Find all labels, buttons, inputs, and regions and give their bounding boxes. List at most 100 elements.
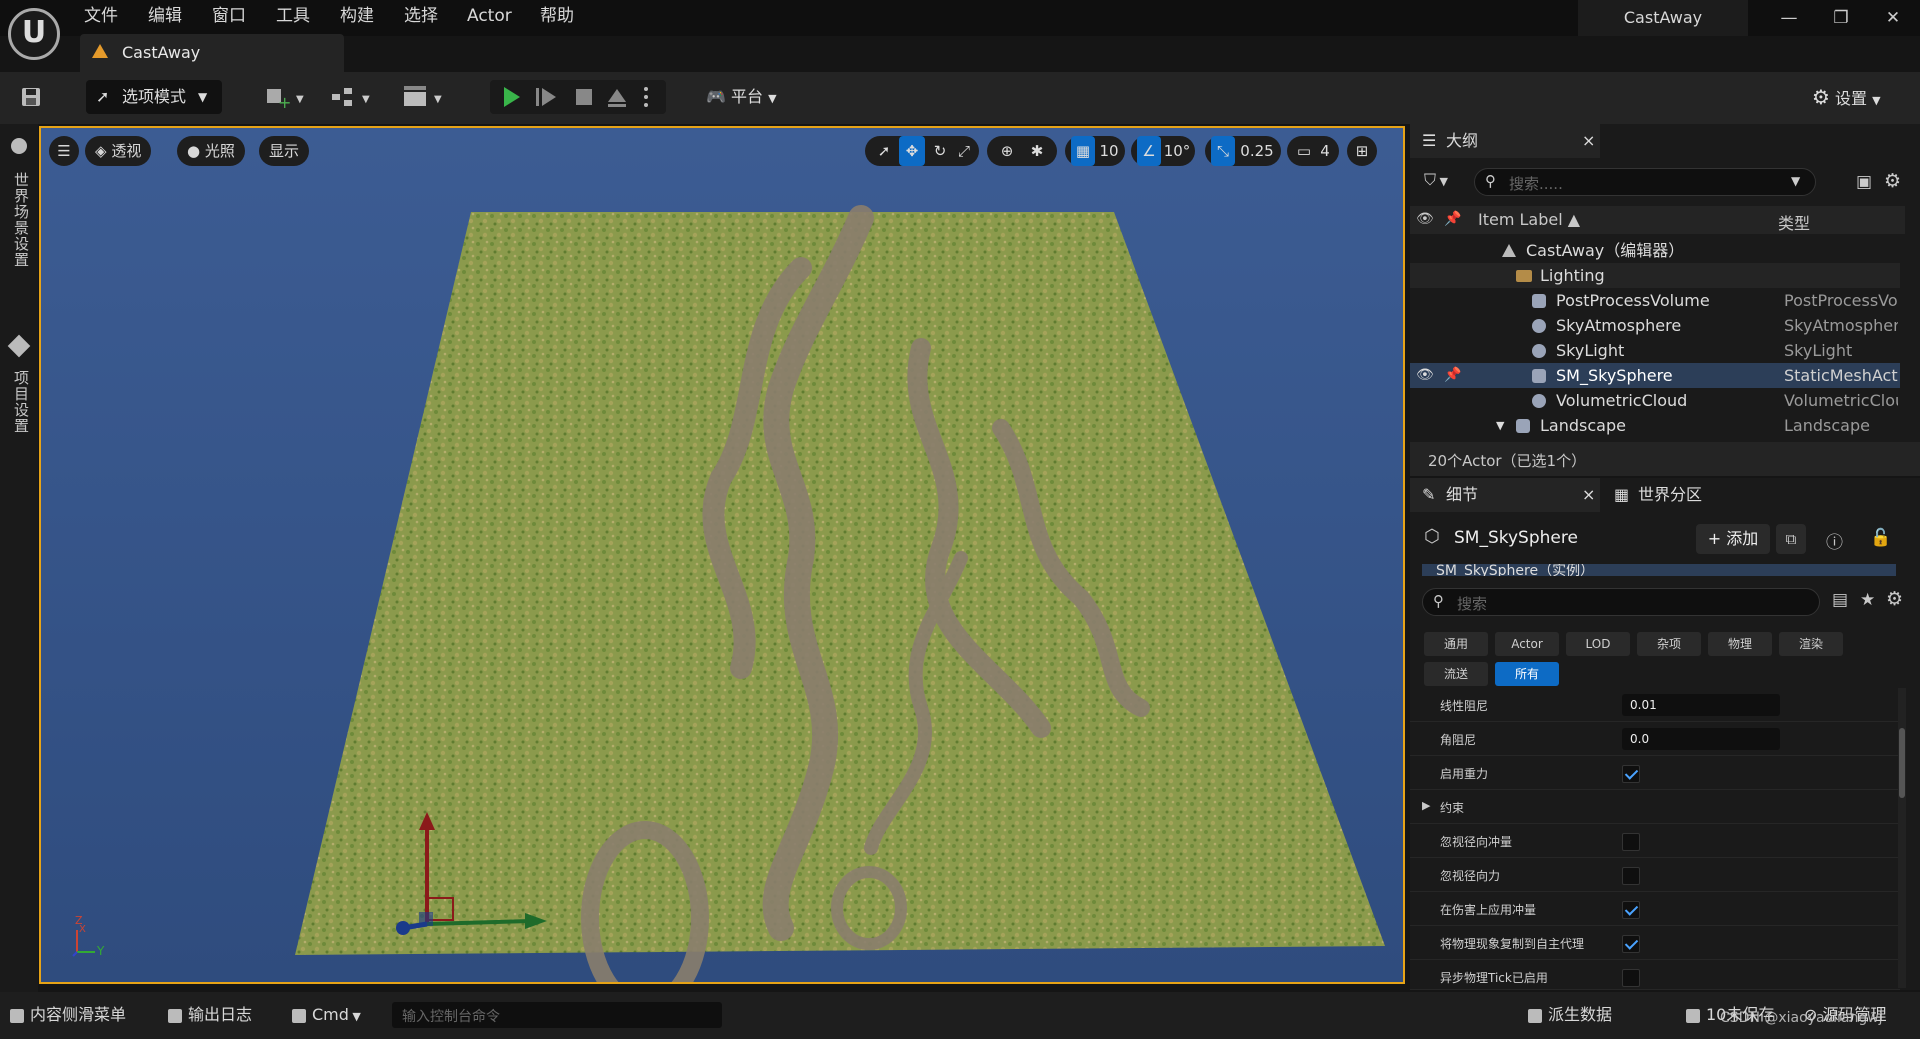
outliner-row[interactable]: CastAway（编辑器） bbox=[1410, 238, 1900, 263]
cmd-selector[interactable]: Cmd ▼ bbox=[292, 1000, 361, 1030]
show-button[interactable]: 显示 bbox=[259, 136, 310, 166]
content-drawer-button[interactable]: 内容侧滑菜单 bbox=[10, 1000, 126, 1030]
menu-file[interactable]: 文件 bbox=[84, 4, 118, 28]
column-item-label[interactable]: Item Label ▲ bbox=[1478, 210, 1580, 229]
perspective-button[interactable]: ◈ 透视 bbox=[85, 136, 152, 166]
filter-all[interactable]: 所有 bbox=[1495, 662, 1559, 686]
surface-snap-icon[interactable]: ✱ bbox=[1023, 136, 1051, 166]
select-tool-icon[interactable]: ➚ bbox=[871, 136, 897, 166]
camera-speed[interactable]: ▭ 4 bbox=[1287, 136, 1339, 166]
filter-streaming[interactable]: 流送 bbox=[1424, 662, 1488, 686]
add-component-button[interactable]: + 添加 bbox=[1696, 524, 1770, 554]
world-partition-tab[interactable]: ▦ 世界分区 bbox=[1606, 478, 1716, 512]
outliner-row[interactable]: ▼ Landscape Landscape bbox=[1410, 413, 1900, 438]
replicate-physics-checkbox[interactable] bbox=[1622, 935, 1640, 953]
grid-snap[interactable]: ▦ 10 bbox=[1065, 136, 1125, 166]
add-actor-button[interactable]: + ▼ bbox=[264, 80, 310, 114]
output-log-button[interactable]: 输出日志 bbox=[168, 1000, 252, 1030]
apply-impulse-on-damage-checkbox[interactable] bbox=[1622, 901, 1640, 919]
move-tool-icon[interactable]: ✥ bbox=[899, 136, 925, 166]
ignore-radial-impulse-checkbox[interactable] bbox=[1622, 833, 1640, 851]
gear-icon[interactable]: ⚙ bbox=[1884, 170, 1901, 192]
outliner-row-selected[interactable]: 👁 📌 SM_SkySphere StaticMeshActor bbox=[1410, 363, 1900, 388]
column-type[interactable]: 类型 bbox=[1778, 210, 1810, 234]
close-button[interactable]: ✕ bbox=[1878, 6, 1908, 30]
rotate-tool-icon[interactable]: ↻ bbox=[927, 136, 953, 166]
transform-gizmo[interactable] bbox=[391, 808, 571, 938]
visibility-icon[interactable]: 👁 bbox=[1416, 363, 1434, 388]
filter-physics[interactable]: 物理 bbox=[1708, 632, 1772, 656]
details-tab[interactable]: ✎ 细节 × bbox=[1410, 478, 1600, 512]
world-settings-tab[interactable]: 世界场景设置 bbox=[11, 172, 32, 268]
chevron-down-icon: ▼ bbox=[1872, 94, 1881, 107]
derived-data-button[interactable]: 派生数据 bbox=[1528, 1000, 1612, 1030]
menu-build[interactable]: 构建 bbox=[340, 4, 374, 28]
outliner-row[interactable]: VolumetricCloud VolumetricCloud bbox=[1410, 388, 1900, 413]
visibility-icon[interactable]: 👁 bbox=[1416, 211, 1434, 227]
enable-gravity-checkbox[interactable] bbox=[1622, 765, 1640, 783]
outliner-search[interactable]: ⚲ 搜索..... ▼ bbox=[1474, 168, 1816, 196]
platform-button[interactable]: 🎮 平台 ▼ bbox=[706, 80, 796, 114]
level-viewport[interactable]: ☰ ◈ 透视 ● 光照 显示 ➚ ✥ ↻ ⤢ ⊕ ✱ ▦ 10 ∠ 10° ⤡ … bbox=[39, 126, 1405, 984]
details-scrollbar[interactable] bbox=[1898, 688, 1906, 988]
expand-arrow-icon[interactable]: ▼ bbox=[1496, 413, 1504, 438]
component-row[interactable]: SM_SkySphere（实例） bbox=[1422, 564, 1896, 576]
viewport-menu-button[interactable]: ☰ bbox=[49, 136, 79, 166]
pin-icon[interactable]: 📌 bbox=[1444, 363, 1461, 388]
blueprint-button[interactable]: ▼ bbox=[330, 80, 376, 114]
viewport-layout-button[interactable]: ⊞ bbox=[1347, 136, 1377, 166]
help-icon[interactable]: ⓘ bbox=[1826, 528, 1843, 553]
ignore-radial-force-checkbox[interactable] bbox=[1622, 867, 1640, 885]
linear-damping-input[interactable]: 0.01 bbox=[1622, 694, 1780, 716]
details-search[interactable]: ⚲ 搜索 bbox=[1422, 588, 1820, 616]
unreal-logo-icon[interactable]: U bbox=[8, 8, 60, 60]
scale-snap[interactable]: ⤡ 0.25 bbox=[1205, 136, 1281, 166]
menu-actor[interactable]: Actor bbox=[467, 4, 512, 28]
outliner-row[interactable]: Lighting bbox=[1410, 263, 1900, 288]
filter-rendering[interactable]: 渲染 bbox=[1779, 632, 1843, 656]
lighting-button[interactable]: ● 光照 bbox=[177, 136, 245, 166]
outliner-row[interactable]: SkyLight SkyLight bbox=[1410, 338, 1900, 363]
angular-damping-input[interactable]: 0.0 bbox=[1622, 728, 1780, 750]
blueprint-icon[interactable]: ⧉ bbox=[1776, 524, 1806, 554]
filter-general[interactable]: 通用 bbox=[1424, 632, 1488, 656]
filter-misc[interactable]: 杂项 bbox=[1637, 632, 1701, 656]
pin-icon[interactable]: 📌 bbox=[1444, 211, 1461, 227]
console-input[interactable]: 输入控制台命令 bbox=[392, 1002, 722, 1028]
expand-arrow-icon[interactable]: ▶ bbox=[1422, 799, 1430, 812]
property-section[interactable]: ▶ 约束 bbox=[1410, 790, 1900, 824]
filter-lod[interactable]: LOD bbox=[1566, 632, 1630, 656]
close-icon[interactable]: × bbox=[1582, 124, 1595, 158]
menu-tools[interactable]: 工具 bbox=[276, 4, 310, 28]
settings-button[interactable]: ⚙ 设置 ▼ bbox=[1812, 80, 1908, 114]
menu-edit[interactable]: 编辑 bbox=[148, 4, 182, 28]
mode-selector[interactable]: ➚ 选项模式 ▼ bbox=[86, 80, 222, 114]
gear-icon[interactable]: ⚙ bbox=[1886, 588, 1903, 610]
new-folder-icon[interactable]: ▣ bbox=[1856, 172, 1872, 192]
star-icon[interactable]: ★ bbox=[1860, 590, 1875, 610]
menu-window[interactable]: 窗口 bbox=[212, 4, 246, 28]
outliner-tab[interactable]: ☰ 大纲 × bbox=[1410, 124, 1600, 158]
level-tab[interactable]: CastAway bbox=[80, 34, 344, 72]
world-local-icon[interactable]: ⊕ bbox=[993, 136, 1021, 166]
outliner-row[interactable]: SkyAtmosphere SkyAtmosphere bbox=[1410, 313, 1900, 338]
cinematics-button[interactable]: ▼ bbox=[402, 80, 448, 114]
scale-tool-icon[interactable]: ⤢ bbox=[951, 136, 977, 166]
minimize-button[interactable]: — bbox=[1774, 6, 1804, 30]
project-settings-icon[interactable] bbox=[7, 334, 31, 358]
rotation-snap[interactable]: ∠ 10° bbox=[1131, 136, 1195, 166]
filter-actor[interactable]: Actor bbox=[1495, 632, 1559, 656]
globe-icon[interactable] bbox=[11, 138, 27, 154]
filter-button[interactable]: ⛉ ▼ bbox=[1424, 170, 1468, 196]
outliner-row[interactable]: PostProcessVolume PostProcessVolume bbox=[1410, 288, 1900, 313]
close-icon[interactable]: × bbox=[1582, 478, 1595, 512]
menu-select[interactable]: 选择 bbox=[404, 4, 438, 28]
lock-icon[interactable]: 🔓 bbox=[1870, 528, 1891, 548]
save-icon[interactable] bbox=[20, 80, 44, 114]
async-physics-tick-checkbox[interactable] bbox=[1622, 969, 1640, 987]
table-view-icon[interactable]: ▤ bbox=[1832, 590, 1848, 610]
menu-help[interactable]: 帮助 bbox=[540, 4, 574, 28]
scrollbar-thumb[interactable] bbox=[1899, 728, 1905, 798]
project-settings-tab[interactable]: 项目设置 bbox=[11, 370, 32, 434]
restore-button[interactable]: ❐ bbox=[1826, 6, 1856, 30]
